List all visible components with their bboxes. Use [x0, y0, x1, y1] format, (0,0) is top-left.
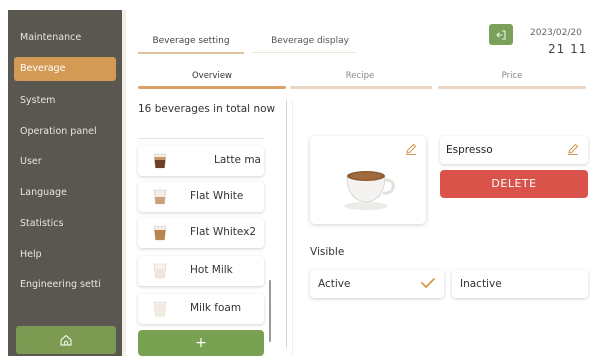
divider — [286, 100, 287, 348]
beverage-count: 16 beverages in total now — [138, 103, 276, 115]
edit-icon[interactable] — [566, 142, 580, 156]
list-item[interactable]: Milk foam — [138, 294, 264, 324]
list-item-label: Flat White — [190, 190, 244, 202]
sidebar-item-label: Help — [20, 249, 42, 260]
sidebar-item-beverage[interactable]: Beverage — [14, 57, 116, 81]
exit-icon — [496, 29, 506, 40]
sidebar-item-label: Engineering setti — [20, 279, 101, 290]
list-item[interactable]: Flat White — [138, 182, 264, 212]
divider — [292, 100, 293, 356]
tab-recipe[interactable]: Recipe — [288, 67, 432, 85]
inactive-option-label: Inactive — [460, 278, 502, 290]
list-item[interactable]: Hot Milk — [138, 256, 264, 286]
sidebar-item-label: Statistics — [20, 218, 64, 229]
tab-beverage-setting[interactable]: Beverage setting — [138, 30, 244, 52]
list-item[interactable]: Latte ma — [138, 146, 264, 176]
beverage-image-card[interactable] — [310, 136, 426, 224]
add-beverage-button[interactable]: + — [138, 330, 264, 356]
sidebar-item-label: Language — [20, 187, 67, 198]
subtab-underline — [290, 86, 432, 89]
active-option-label: Active — [318, 278, 351, 290]
subtab-underline — [438, 86, 586, 89]
milk-foam-icon — [153, 301, 167, 317]
list-item-label: Flat Whitex2 — [190, 226, 257, 238]
list-item-label: Latte ma — [214, 154, 260, 166]
sidebar-item-user[interactable]: User — [14, 150, 116, 174]
inactive-option[interactable]: Inactive — [452, 270, 588, 298]
sidebar-item-operation-panel[interactable]: Operation panel — [14, 120, 116, 144]
espresso-cup-icon — [344, 171, 395, 210]
home-icon — [60, 334, 72, 346]
top-tabs: Beverage setting Beverage display — [138, 30, 370, 52]
list-item-label: Hot Milk — [190, 264, 233, 276]
subtab-underline-active — [138, 86, 286, 89]
list-scrollbar[interactable] — [269, 280, 271, 342]
divider — [138, 138, 264, 139]
tab-underline-active — [138, 52, 244, 54]
visible-label: Visible — [310, 246, 345, 258]
flat-white-icon — [153, 225, 167, 241]
active-option[interactable]: Active — [310, 270, 444, 298]
check-icon — [421, 278, 435, 288]
sidebar-item-help[interactable]: Help — [14, 243, 116, 267]
sidebar-item-label: User — [20, 156, 42, 167]
sidebar-item-label: Beverage — [20, 63, 66, 74]
divider — [122, 10, 126, 356]
list-item-label: Milk foam — [190, 302, 242, 314]
sidebar-item-label: Maintenance — [20, 32, 82, 43]
time-display: 21 11 — [548, 42, 588, 56]
sidebar-item-engineering-settings[interactable]: Engineering setti — [14, 273, 116, 297]
tab-underline — [252, 52, 356, 53]
beverage-name-field[interactable]: Espresso — [440, 136, 588, 164]
sidebar-item-label: System — [20, 95, 56, 106]
sidebar: Maintenance Beverage System Operation pa… — [8, 10, 122, 356]
beverage-name-value: Espresso — [446, 144, 493, 156]
list-item[interactable]: Flat Whitex2 — [138, 218, 264, 248]
delete-button[interactable]: DELETE — [440, 170, 588, 198]
tab-overview[interactable]: Overview — [138, 67, 286, 85]
edit-icon[interactable] — [404, 142, 418, 156]
sidebar-item-label: Operation panel — [20, 126, 97, 137]
sidebar-item-statistics[interactable]: Statistics — [14, 212, 116, 236]
sidebar-item-maintenance[interactable]: Maintenance — [14, 26, 116, 50]
app-frame: Maintenance Beverage System Operation pa… — [0, 0, 600, 356]
flat-white-icon — [153, 189, 167, 205]
hot-milk-icon — [153, 263, 167, 279]
sidebar-item-system[interactable]: System — [14, 89, 116, 113]
tab-price[interactable]: Price — [438, 67, 586, 85]
home-button[interactable] — [16, 326, 116, 354]
tab-beverage-display[interactable]: Beverage display — [252, 30, 368, 52]
exit-button[interactable] — [489, 24, 513, 45]
sidebar-item-language[interactable]: Language — [14, 181, 116, 205]
date-display: 2023/02/20 — [530, 28, 582, 38]
latte-icon — [153, 153, 167, 169]
